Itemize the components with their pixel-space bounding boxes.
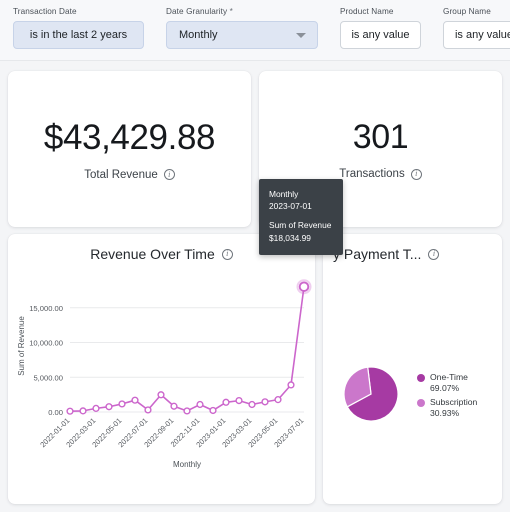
chart-title-payment-type: y Payment T... xyxy=(333,246,422,262)
x-axis-label: Monthly xyxy=(173,460,201,469)
y-tick-label: 0.00 xyxy=(48,408,63,417)
data-point[interactable] xyxy=(118,400,126,408)
chart-title-row: y Payment T... i xyxy=(323,234,502,262)
kpi-label-row: Transactions i xyxy=(339,168,422,180)
y-tick-label: 5,000.00 xyxy=(33,373,63,382)
data-point[interactable] xyxy=(170,402,178,410)
data-point[interactable] xyxy=(92,404,100,412)
chevron-down-icon xyxy=(296,33,306,38)
tooltip-amount: $18,034.99 xyxy=(269,232,311,243)
info-icon[interactable]: i xyxy=(163,169,175,180)
y-tick-label: 15,000.00 xyxy=(29,304,63,313)
kpi-content: $43,429.88 Total Revenue i xyxy=(8,71,251,227)
data-point[interactable] xyxy=(274,396,282,404)
required-marker: * xyxy=(229,7,233,16)
tooltip-date: 2023-07-01 xyxy=(269,201,312,212)
chart-tooltip: Monthly 2023-07-01 Sum of Revenue $18,03… xyxy=(259,179,343,255)
legend-value: 30.93% xyxy=(430,408,460,418)
kpi-label-total-revenue: Total Revenue xyxy=(84,168,158,181)
data-point[interactable] xyxy=(248,400,256,409)
legend-label: Subscription xyxy=(430,397,478,407)
legend-item[interactable]: Subscription 30.93% xyxy=(417,397,477,419)
dashboard-root: Transaction Date is in the last 2 years … xyxy=(0,0,510,512)
data-point[interactable] xyxy=(287,381,295,389)
line-chart-svg: 0.00 5,000.00 10,000.00 15,000.00Sum of Rev… xyxy=(17,279,312,469)
kpi-label-transactions: Transactions xyxy=(339,168,405,180)
data-point[interactable] xyxy=(66,407,74,415)
data-point[interactable] xyxy=(79,407,87,415)
kpi-label-row: Total Revenue i xyxy=(84,169,175,181)
legend-text: Subscription 30.93% xyxy=(430,397,477,419)
pie-legend: One-Time 69.07% Subscription 30.93% xyxy=(417,372,477,422)
chart-card-revenue-by-payment-type: y Payment T... i One-Time 69.07% Subscri… xyxy=(323,234,502,504)
data-point[interactable] xyxy=(105,403,113,411)
legend-value: 69.07% xyxy=(430,383,460,393)
kpi-card-total-revenue: $43,429.88 Total Revenue i xyxy=(8,71,251,227)
filter-label: Group Name xyxy=(443,7,491,16)
legend-color-swatch xyxy=(417,374,425,382)
y-axis-label: Sum of Revenue xyxy=(17,316,26,376)
chart-title-revenue-over-time: Revenue Over Time xyxy=(90,246,215,262)
chart-card-revenue-over-time: Revenue Over Time i 0.00 5,000.00 10,000.0… xyxy=(8,234,315,504)
legend-color-swatch xyxy=(417,399,425,407)
filter-value-date-granularity[interactable]: Monthly xyxy=(166,21,318,49)
filter-value-product-name[interactable]: is any value xyxy=(340,21,421,49)
filter-value-group-name[interactable]: is any value xyxy=(443,21,510,49)
data-point[interactable] xyxy=(235,397,243,405)
filter-label: Date Granularity * xyxy=(166,7,233,16)
info-icon[interactable]: i xyxy=(428,248,440,260)
y-tick-label: 10,000.00 xyxy=(29,339,63,348)
kpi-value-transactions: 301 xyxy=(352,118,409,156)
filter-label: Transaction Date xyxy=(13,7,77,16)
kpi-value-total-revenue: $43,429.88 xyxy=(43,117,216,157)
legend-text: One-Time 69.07% xyxy=(430,372,468,394)
filter-product-name: Product Name is any value xyxy=(340,7,421,49)
legend-label: One-Time xyxy=(430,372,468,382)
tooltip-spacer xyxy=(269,212,333,219)
data-point[interactable] xyxy=(144,406,152,414)
tooltip-measure: Sum of Revenue xyxy=(269,220,332,231)
info-icon[interactable]: i xyxy=(410,168,422,180)
data-point[interactable] xyxy=(298,281,310,292)
filter-bar: Transaction Date is in the last 2 years … xyxy=(0,0,510,61)
pie-plot-area[interactable]: One-Time 69.07% Subscription 30.93% xyxy=(323,262,502,484)
data-point[interactable] xyxy=(261,398,269,406)
filter-label: Product Name xyxy=(340,7,394,16)
data-point[interactable] xyxy=(196,400,204,409)
legend-item[interactable]: One-Time 69.07% xyxy=(417,372,477,394)
filter-value-text: Monthly xyxy=(179,29,218,41)
data-point[interactable] xyxy=(209,406,217,415)
line-plot-area[interactable]: 0.00 5,000.00 10,000.00 15,000.00 Sum of Rev… xyxy=(8,262,315,484)
info-icon[interactable]: i xyxy=(221,248,233,260)
filter-group-name: Group Name is any value xyxy=(443,7,510,49)
filter-date-granularity: Date Granularity * Monthly xyxy=(166,7,318,49)
data-point[interactable] xyxy=(131,396,139,404)
line-series-path xyxy=(69,286,305,412)
data-point[interactable] xyxy=(222,398,230,406)
tooltip-granularity: Monthly xyxy=(269,189,299,199)
filter-transaction-date: Transaction Date is in the last 2 years xyxy=(13,7,144,49)
data-point[interactable] xyxy=(157,391,165,399)
filter-value-transaction-date[interactable]: is in the last 2 years xyxy=(13,21,144,49)
data-point[interactable] xyxy=(183,407,191,415)
